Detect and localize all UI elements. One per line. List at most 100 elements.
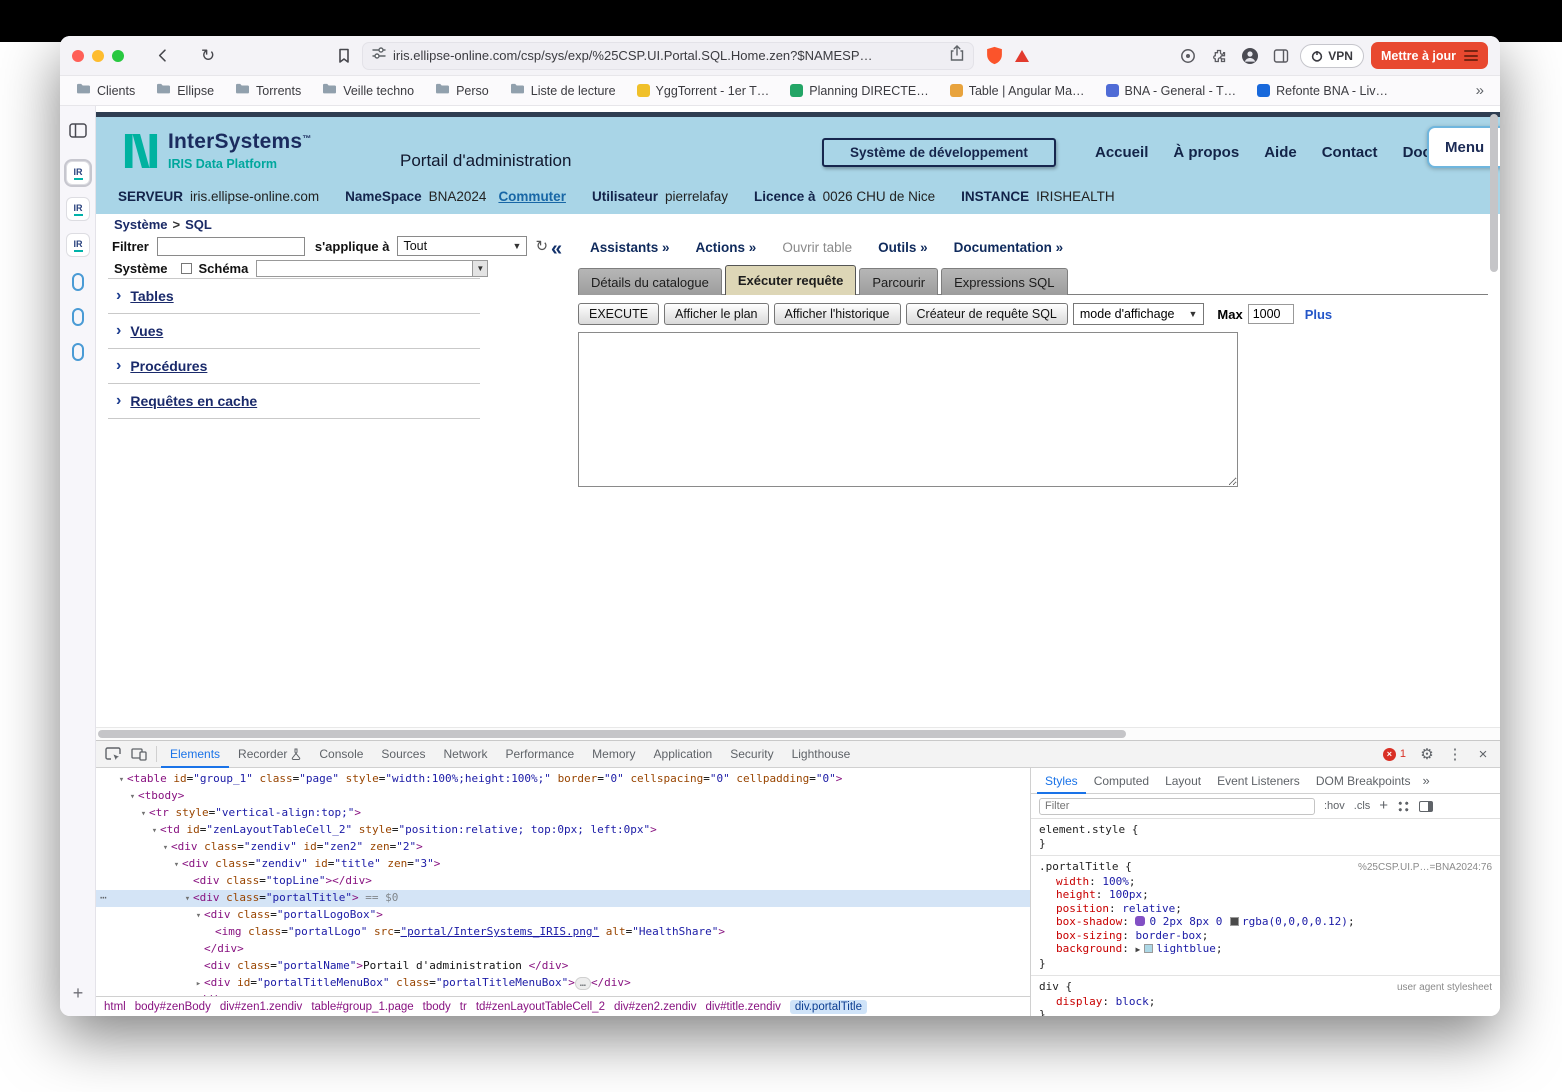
stylesheet-source-link[interactable]: user agent stylesheet: [1397, 981, 1492, 995]
breadcrumb-node[interactable]: div#zen1.zendiv: [220, 1001, 302, 1013]
bookmark-item[interactable]: Refonte BNA - Liv…: [1257, 84, 1388, 98]
expand-arrow-icon[interactable]: ▾: [171, 858, 182, 873]
css-property[interactable]: position: relative;: [1039, 902, 1492, 916]
back-icon[interactable]: [150, 44, 174, 68]
bookmark-item[interactable]: Torrents: [235, 82, 301, 100]
menubar-item[interactable]: Actions »: [696, 240, 757, 255]
dom-node-row[interactable]: ▾<tr style="vertical-align:top;">: [96, 805, 1030, 822]
device-toolbar-icon[interactable]: [126, 741, 152, 767]
sql-tab[interactable]: Expressions SQL: [941, 268, 1067, 295]
dom-node-row[interactable]: ▾<div class="portalTitle"> == $0⋯: [96, 890, 1030, 907]
breadcrumb-node[interactable]: html: [104, 1001, 126, 1013]
vpn-button[interactable]: VPN: [1300, 44, 1364, 68]
reload-icon[interactable]: ↻: [196, 44, 220, 68]
system-mode-badge[interactable]: Système de développement: [822, 138, 1056, 167]
styles-pane-tab[interactable]: Layout: [1157, 768, 1209, 794]
profile-avatar-icon[interactable]: [1238, 44, 1262, 68]
css-property[interactable]: box-shadow: 0 2px 8px 0 rgba(0,0,0,0.12)…: [1039, 915, 1492, 929]
expand-arrow-icon[interactable]: ▾: [182, 892, 193, 907]
css-selector[interactable]: .portalTitle {: [1039, 860, 1132, 874]
styles-pane-tab[interactable]: Styles: [1037, 768, 1086, 794]
sql-tab[interactable]: Détails du catalogue: [578, 268, 722, 295]
expand-arrow-icon[interactable]: [182, 994, 193, 996]
show-plan-button[interactable]: Afficher le plan: [664, 303, 768, 325]
breadcrumb-node[interactable]: body#zenBody: [135, 1001, 211, 1013]
pinned-item-icon-3[interactable]: [72, 343, 84, 361]
bookmarks-overflow-chevron[interactable]: »: [1476, 82, 1484, 99]
settings-gear-icon[interactable]: ⚙: [1414, 741, 1440, 767]
horizontal-scrollbar-thumb[interactable]: [98, 730, 1126, 738]
devtools-tab[interactable]: Network: [434, 741, 496, 768]
computed-sidebar-icon[interactable]: [1419, 801, 1433, 812]
console-error-badge[interactable]: × 1: [1383, 748, 1406, 761]
tabs-overflow-chevron[interactable]: »: [1423, 773, 1430, 788]
expand-arrow-icon[interactable]: [193, 960, 204, 975]
horizontal-scrollbar[interactable]: [96, 727, 1500, 740]
schema-select[interactable]: ▼: [256, 260, 488, 277]
dom-node-row[interactable]: </div>: [96, 992, 1030, 996]
dom-node-row[interactable]: ▾<div class="portalLogoBox">: [96, 907, 1030, 924]
sql-tab[interactable]: Parcourir: [859, 268, 938, 295]
minimize-window-button[interactable]: [92, 50, 104, 62]
kebab-menu-icon[interactable]: ⋮: [1442, 741, 1468, 767]
css-property[interactable]: height: 100px;: [1039, 888, 1492, 902]
switch-namespace-link[interactable]: Commuter: [498, 189, 566, 204]
css-selector[interactable]: element.style {: [1039, 823, 1138, 837]
expand-arrow-icon[interactable]: ▶: [1135, 945, 1140, 954]
element-classes-button[interactable]: .cls: [1354, 800, 1371, 812]
expand-arrow-icon[interactable]: ▸: [193, 977, 204, 992]
bookmark-item[interactable]: YggTorrent - 1er T…: [637, 84, 770, 98]
hamburger-menu-icon[interactable]: [1464, 48, 1478, 64]
execute-button[interactable]: EXECUTE: [578, 303, 659, 325]
max-rows-input[interactable]: [1248, 304, 1294, 324]
stylesheet-source-link[interactable]: %25CSP.UI.P…=BNA2024:76: [1358, 861, 1492, 875]
refresh-icon[interactable]: ↻: [535, 237, 548, 255]
devtools-tab[interactable]: Sources: [372, 741, 434, 768]
menubar-item[interactable]: Assistants »: [590, 240, 670, 255]
css-property[interactable]: box-sizing: border-box;: [1039, 929, 1492, 943]
expand-arrow-icon[interactable]: [193, 943, 204, 958]
tree-section-row[interactable]: › Tables: [108, 279, 480, 314]
devtools-tab[interactable]: Lighthouse: [783, 741, 860, 768]
devtools-tab[interactable]: Performance: [496, 741, 583, 768]
styles-pane-tab[interactable]: Computed: [1086, 768, 1157, 794]
nav-link[interactable]: À propos: [1173, 144, 1239, 161]
nav-link[interactable]: Aide: [1264, 144, 1297, 161]
sql-query-textarea[interactable]: [578, 332, 1238, 487]
privacy-badge-icon[interactable]: [1176, 44, 1200, 68]
dom-node-row[interactable]: ▾<td id="zenLayoutTableCell_2" style="po…: [96, 822, 1030, 839]
close-devtools-icon[interactable]: ×: [1470, 741, 1496, 767]
applies-to-select[interactable]: Tout ▼: [397, 236, 527, 256]
dom-node-row[interactable]: ▾<div class="zendiv" id="zen2" zen="2">: [96, 839, 1030, 856]
chevron-down-icon[interactable]: ▼: [472, 261, 487, 276]
css-grid-icon[interactable]: [1397, 800, 1410, 813]
display-mode-select[interactable]: mode d'affichage ▼: [1073, 303, 1205, 325]
tree-section-row[interactable]: › Vues: [108, 314, 480, 349]
toggle-element-state-button[interactable]: :hov: [1324, 800, 1345, 812]
css-property[interactable]: background: ▶lightblue;: [1039, 942, 1492, 957]
pinned-item-icon-1[interactable]: [72, 273, 84, 291]
bookmark-item[interactable]: Clients: [76, 82, 135, 100]
vertical-scrollbar-thumb[interactable]: [1490, 114, 1498, 272]
sidebar-toggle-icon[interactable]: [1269, 44, 1293, 68]
sql-tab[interactable]: Exécuter requête: [725, 265, 857, 295]
devtools-tab[interactable]: Elements: [161, 741, 229, 768]
nav-link[interactable]: Contact: [1322, 144, 1378, 161]
tree-section-label[interactable]: Vues: [130, 323, 163, 339]
pinned-item-icon-2[interactable]: [72, 308, 84, 326]
breadcrumb-system-link[interactable]: Système: [114, 217, 167, 232]
devtools-tab[interactable]: Memory: [583, 741, 644, 768]
dom-node-row[interactable]: <div class="portalName">Portail d'admini…: [96, 958, 1030, 975]
pinned-tab-iris-2[interactable]: IR: [66, 197, 90, 221]
filter-input[interactable]: [157, 237, 305, 256]
url-bar[interactable]: iris.ellipse-online.com/csp/sys/exp/%25C…: [362, 42, 974, 70]
menubar-item[interactable]: Ouvrir table: [782, 240, 852, 255]
color-swatch-icon[interactable]: [1230, 917, 1239, 926]
query-builder-button[interactable]: Créateur de requête SQL: [906, 303, 1068, 325]
css-property[interactable]: width: 100%;: [1039, 875, 1492, 889]
color-swatch-icon[interactable]: [1144, 944, 1153, 953]
update-browser-button[interactable]: Mettre à jour: [1371, 42, 1488, 69]
dom-node-row[interactable]: <div class="topLine"></div>: [96, 873, 1030, 890]
bookmark-item[interactable]: Ellipse: [156, 82, 214, 100]
breadcrumb-node[interactable]: div.portalTitle: [790, 1000, 867, 1014]
